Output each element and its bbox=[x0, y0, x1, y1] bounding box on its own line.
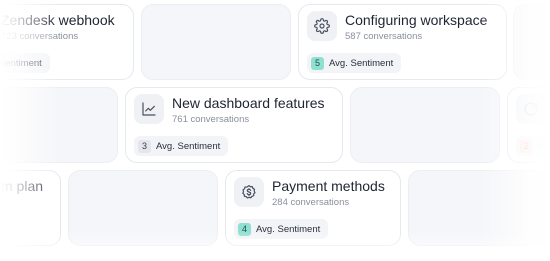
card-subtitle: 761 conversations bbox=[172, 114, 250, 125]
topic-card-new-dashboard-features[interactable]: New dashboard features 761 conversations… bbox=[125, 87, 343, 163]
topic-card-placeholder bbox=[350, 87, 500, 163]
card-title: m plan bbox=[1, 178, 44, 194]
refresh-icon bbox=[516, 94, 546, 124]
topic-card-placeholder bbox=[141, 4, 291, 80]
gear-icon bbox=[307, 11, 337, 41]
sentiment-pill: 5 Avg. Sentiment bbox=[307, 53, 402, 73]
card-subtitle: 723 conversations bbox=[1, 31, 79, 42]
topic-card-zendesk-webhook[interactable]: Zendesk webhook 723 conversations Sentim… bbox=[0, 4, 134, 80]
topic-card-payment-methods[interactable]: Payment methods 284 conversations 4 Avg.… bbox=[225, 170, 401, 246]
sentiment-score-badge: 4 bbox=[238, 222, 251, 236]
sentiment-score-badge: 3 bbox=[138, 139, 151, 153]
pill-label: Avg. Sentiment bbox=[156, 140, 221, 152]
topic-cards-canvas: Zendesk webhook 723 conversations Sentim… bbox=[0, 0, 550, 261]
pill-label: Sentiment bbox=[0, 57, 42, 69]
topic-card-placeholder bbox=[408, 170, 550, 246]
sentiment-pill: 4 Avg. Sentiment bbox=[234, 219, 329, 239]
sentiment-pill: 2 A bbox=[516, 136, 550, 156]
card-subtitle: 587 conversations bbox=[345, 31, 423, 42]
pill-label: Avg. Sentiment bbox=[329, 57, 394, 69]
topic-card-configuring-workspace[interactable]: Configuring workspace 587 conversations … bbox=[298, 4, 507, 80]
topic-card-partial-plan[interactable]: m plan bbox=[0, 170, 61, 246]
topic-card-placeholder bbox=[68, 170, 218, 246]
card-title: New dashboard features bbox=[172, 95, 325, 111]
sentiment-pill: 3 Avg. Sentiment bbox=[134, 136, 229, 156]
pill-label: Avg. Sentiment bbox=[256, 223, 321, 235]
topic-card-placeholder bbox=[0, 87, 118, 163]
topic-card-partial-refresh[interactable]: 2 A bbox=[507, 87, 550, 163]
card-title: Configuring workspace bbox=[345, 12, 488, 28]
topic-card-placeholder bbox=[513, 4, 550, 80]
sentiment-score-badge: 2 bbox=[520, 139, 533, 153]
line-chart-icon bbox=[134, 94, 164, 124]
sentiment-pill: Sentiment bbox=[0, 53, 50, 73]
card-title: Zendesk webhook bbox=[1, 12, 115, 28]
pill-label: A bbox=[538, 140, 545, 152]
dollar-coin-icon bbox=[234, 177, 264, 207]
sentiment-score-badge: 5 bbox=[311, 56, 324, 70]
card-title: Payment methods bbox=[272, 178, 385, 194]
card-subtitle: 284 conversations bbox=[272, 197, 350, 208]
